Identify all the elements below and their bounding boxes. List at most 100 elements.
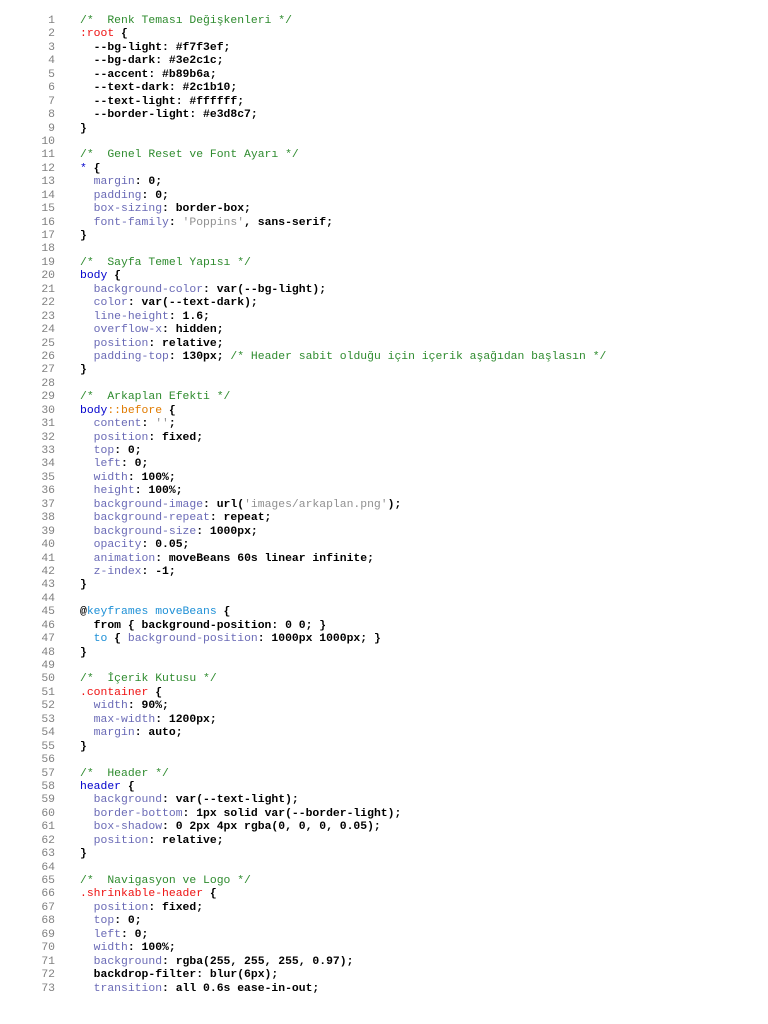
code-text: margin: auto; xyxy=(80,727,183,739)
line-number: 48 xyxy=(41,646,55,659)
code-line: 21 background-color: var(--bg-light); xyxy=(0,284,768,297)
code-text: background-repeat: repeat; xyxy=(80,512,272,524)
code-token: : fixed; xyxy=(148,431,204,444)
line-number: 69 xyxy=(41,928,55,941)
code-line: 15 box-sizing: border-box; xyxy=(0,203,768,216)
line-number: 13 xyxy=(41,176,55,189)
code-token: : fixed; xyxy=(148,901,204,914)
code-text: .container { xyxy=(80,687,162,699)
code-line: 6 --text-dark: #2c1b10; xyxy=(0,82,768,95)
code-token: } xyxy=(80,646,87,659)
code-token: z-index xyxy=(80,565,142,578)
code-line: 49 xyxy=(0,660,768,673)
code-line: 67 position: fixed; xyxy=(0,902,768,915)
code-line: 40 opacity: 0.05; xyxy=(0,539,768,552)
line-number: 24 xyxy=(41,324,55,337)
line-number: 34 xyxy=(41,458,55,471)
code-line: 66 .shrinkable-header { xyxy=(0,888,768,901)
code-token: } xyxy=(80,364,87,377)
code-text: width: 100%; xyxy=(80,472,176,484)
code-editor[interactable]: 1/* Renk Teması Değişkenleri */2:root {3… xyxy=(0,0,768,1024)
code-line: 43} xyxy=(0,579,768,592)
code-text: box-sizing: border-box; xyxy=(80,203,251,215)
code-line: 5 --accent: #b89b6a; xyxy=(0,69,768,82)
code-token: : 1000px 1000px; } xyxy=(257,633,381,646)
code-text: /* Genel Reset ve Font Ayarı */ xyxy=(80,149,299,161)
code-token: border-bottom xyxy=(80,807,183,820)
code-token: : 0; xyxy=(121,458,149,471)
code-text: left: 0; xyxy=(80,458,149,471)
code-token: { xyxy=(203,888,217,901)
line-number: 52 xyxy=(41,700,55,713)
code-text: line-height: 1.6; xyxy=(80,311,210,323)
code-line: 64 xyxy=(0,862,768,875)
code-token: box-shadow xyxy=(80,821,163,834)
code-token: height xyxy=(80,485,135,498)
code-token: transition xyxy=(80,982,163,995)
code-text: backdrop-filter: blur(6px); xyxy=(80,969,279,981)
code-token: margin xyxy=(80,176,135,189)
line-number: 14 xyxy=(41,189,55,202)
code-text: /* Navigasyon ve Logo */ xyxy=(80,875,251,887)
code-token: ); xyxy=(387,498,402,511)
code-line: 46 from { background-position: 0 0; } xyxy=(0,620,768,633)
code-token: background xyxy=(80,955,163,968)
code-line: 2:root { xyxy=(0,28,768,41)
code-text: box-shadow: 0 2px 4px rgba(0, 0, 0, 0.05… xyxy=(80,821,381,833)
line-number: 17 xyxy=(41,230,55,242)
code-line: 23 line-height: 1.6; xyxy=(0,311,768,324)
code-line: 72 backdrop-filter: blur(6px); xyxy=(0,969,768,982)
code-line: 61 box-shadow: 0 2px 4px rgba(0, 0, 0, 0… xyxy=(0,821,768,834)
code-line: 58 header { xyxy=(0,781,768,794)
code-token: : 1000px; xyxy=(196,525,258,538)
line-number: 8 xyxy=(48,109,55,122)
code-line: 32 position: fixed; xyxy=(0,432,768,445)
code-token: , sans-serif; xyxy=(244,216,333,229)
code-token: --text-light: #ffffff; xyxy=(80,95,245,108)
code-token: position xyxy=(80,834,149,847)
code-token: position xyxy=(80,901,149,914)
line-number: 6 xyxy=(48,82,55,95)
line-number: 64 xyxy=(41,861,55,874)
line-number: 63 xyxy=(41,848,55,861)
code-text: background-size: 1000px; xyxy=(80,526,258,538)
code-token: --bg-light: #f7f3ef; xyxy=(80,41,231,54)
line-number: 47 xyxy=(41,633,55,646)
code-token: : 0 2px 4px rgba(0, 0, 0, 0.05); xyxy=(162,821,381,834)
code-text: --bg-light: #f7f3ef; xyxy=(80,41,231,54)
code-line: 28 xyxy=(0,378,768,391)
code-token: --border-light: #e3d8c7; xyxy=(80,109,258,122)
line-number: 3 xyxy=(48,41,55,54)
code-line: 63} xyxy=(0,848,768,861)
code-token: : 0; xyxy=(121,928,149,941)
code-text: overflow-x: hidden; xyxy=(80,324,224,336)
code-token: --bg-dark: #3e2c1c; xyxy=(80,55,224,68)
code-line: 12 * { xyxy=(0,163,768,176)
code-text: to { background-position: 1000px 1000px;… xyxy=(80,633,381,645)
code-text: width: 100%; xyxy=(80,942,176,954)
code-text: * { xyxy=(80,163,101,175)
line-number: 44 xyxy=(41,592,55,605)
code-token: box-sizing xyxy=(80,203,163,216)
code-token: top xyxy=(80,445,115,457)
code-token: background-position xyxy=(127,633,258,646)
code-token: : auto; xyxy=(134,727,183,740)
code-token: : 1200px; xyxy=(155,713,217,726)
code-text: --text-light: #ffffff; xyxy=(80,96,244,108)
code-token: body xyxy=(80,404,108,417)
code-token: /* Renk Teması Değişkenleri */ xyxy=(80,15,292,27)
code-token: /* İçerik Kutusu */ xyxy=(80,673,217,686)
code-token: { xyxy=(121,780,135,793)
code-token: line-height xyxy=(80,310,169,323)
line-number: 57 xyxy=(41,767,55,780)
code-token: header xyxy=(80,780,122,793)
code-text: .shrinkable-header { xyxy=(80,888,217,900)
code-text: /* Header */ xyxy=(80,768,169,780)
code-token: margin xyxy=(80,727,135,740)
code-line: 3 --bg-light: #f7f3ef; xyxy=(0,42,768,55)
line-number: 7 xyxy=(48,95,55,108)
code-token: max-width xyxy=(80,713,156,726)
code-token: top xyxy=(80,915,115,928)
code-text: margin: 0; xyxy=(80,176,162,188)
line-number: 61 xyxy=(41,821,55,834)
